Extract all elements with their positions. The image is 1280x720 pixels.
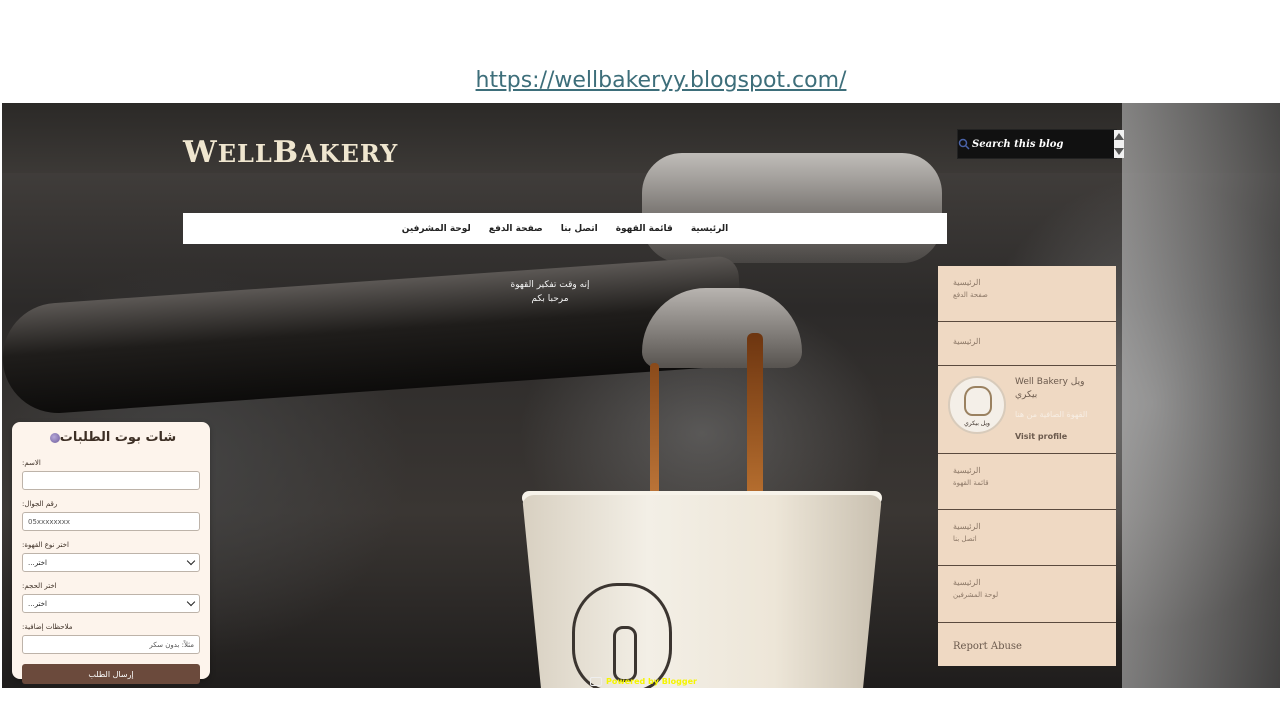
sidebar-item-sub: صفحة الدفع (953, 291, 988, 299)
nav-contact[interactable]: اتصل بنا (561, 224, 598, 234)
scroll-up-icon[interactable] (1114, 133, 1124, 140)
site-logo[interactable]: WELLBAKERY (183, 135, 398, 170)
sidebar-item-coffee-menu[interactable]: الرئيسية قائمة القهوة (938, 454, 1116, 510)
sidebar-item-contact[interactable]: الرئيسية اتصل بنا (938, 510, 1116, 566)
elephant-logo-icon (572, 583, 672, 688)
phone-field[interactable]: 05xxxxxxxx (22, 512, 200, 531)
profile-description: القهوة الصافية من هنا (1015, 410, 1088, 419)
sidebar-item-title: الرئيسية (953, 278, 981, 287)
notes-placeholder: مثلاً: بدون سكر (149, 640, 194, 649)
search-icon[interactable] (958, 138, 970, 150)
blog-url-link[interactable]: https://wellbakeryy.blogspot.com/ (0, 68, 1280, 93)
phone-label: :رقم الجوال (22, 500, 58, 508)
welcome-line-2: مرحبا بكم (531, 294, 569, 304)
search-scrollbar[interactable] (1114, 130, 1124, 158)
chatbot-title-text: شات بوت الطلبات (59, 430, 177, 445)
name-label: :الاسم (22, 459, 41, 467)
notes-field[interactable]: مثلاً: بدون سكر (22, 635, 200, 654)
sidebar-item-sub: لوحة المشرفين (953, 591, 999, 599)
nav-home[interactable]: الرئيسية (691, 224, 728, 234)
sidebar-item-admin[interactable]: الرئيسية لوحة المشرفين (938, 566, 1116, 623)
sidebar-item-title: الرئيسية (953, 522, 981, 531)
avatar-text: ويل بيكري (964, 420, 990, 427)
coffee-type-value: ...اختر (28, 558, 47, 567)
nav-coffee-menu[interactable]: قائمة القهوة (616, 224, 673, 234)
machine-side-image (1122, 103, 1280, 688)
report-abuse-link[interactable]: Report Abuse (938, 623, 1116, 652)
submit-order-button[interactable]: إرسال الطلب (22, 664, 200, 684)
sidebar-item-title: الرئيسية (953, 466, 981, 475)
profile-card: ويل بيكري Well Bakery ويل بيكري القهوة ا… (938, 366, 1116, 454)
logo-letter: W (183, 135, 218, 170)
nav-admin[interactable]: لوحة المشرفين (402, 224, 471, 234)
size-value: ...اختر (28, 599, 47, 608)
sidebar: الرئيسية صفحة الدفع الرئيسية ويل بيكري W… (938, 266, 1116, 666)
sidebar-item-home[interactable]: الرئيسية (938, 322, 1116, 366)
search-input[interactable] (970, 130, 1114, 158)
phone-placeholder: 05xxxxxxxx (28, 517, 71, 526)
profile-name[interactable]: Well Bakery ويل بيكري (1015, 376, 1105, 402)
welcome-text: إنه وقت تفكير القهوة مرحبا بكم (470, 278, 630, 306)
sidebar-item-title: الرئيسية (953, 337, 981, 346)
coffee-type-select[interactable]: ...اختر (22, 553, 200, 572)
order-chatbot: شات بوت الطلبات :الاسم :رقم الجوال 05xxx… (12, 422, 210, 684)
sidebar-item-sub: قائمة القهوة (953, 479, 989, 487)
notes-label: :ملاحظات إضافية (22, 623, 73, 631)
scroll-down-icon[interactable] (1114, 148, 1124, 155)
blogger-icon (590, 677, 602, 686)
name-field[interactable] (22, 471, 200, 490)
main-navbar: الرئيسية قائمة القهوة اتصل بنا صفحة الدف… (183, 213, 947, 244)
chevron-down-icon (186, 597, 196, 607)
coffee-type-label: :اختر نوع القهوة (22, 541, 69, 549)
bot-icon (49, 432, 60, 443)
size-label: :اختر الحجم (22, 582, 57, 590)
nav-payment[interactable]: صفحة الدفع (489, 224, 543, 234)
powered-by-text: Powered by Blogger (606, 677, 697, 686)
sidebar-item-sub: اتصل بنا (953, 535, 977, 543)
visit-profile-link[interactable]: Visit profile (1015, 432, 1067, 441)
search-bar (957, 129, 1124, 159)
avatar[interactable]: ويل بيكري (948, 376, 1006, 434)
group-head-image (642, 153, 942, 263)
powered-by-blogger[interactable]: Powered by Blogger (590, 677, 697, 686)
portafilter-image (2, 255, 745, 417)
chatbot-title: شات بوت الطلبات (22, 430, 200, 445)
logo-text: AKERY (299, 139, 399, 168)
sidebar-item-payment[interactable]: الرئيسية صفحة الدفع (938, 266, 1116, 322)
welcome-line-1: إنه وقت تفكير القهوة (510, 280, 590, 290)
elephant-icon (964, 386, 992, 416)
logo-text: ELL (217, 139, 273, 168)
chevron-down-icon (186, 556, 196, 566)
logo-letter: B (272, 135, 300, 170)
sidebar-item-title: الرئيسية (953, 578, 981, 587)
size-select[interactable]: ...اختر (22, 594, 200, 613)
